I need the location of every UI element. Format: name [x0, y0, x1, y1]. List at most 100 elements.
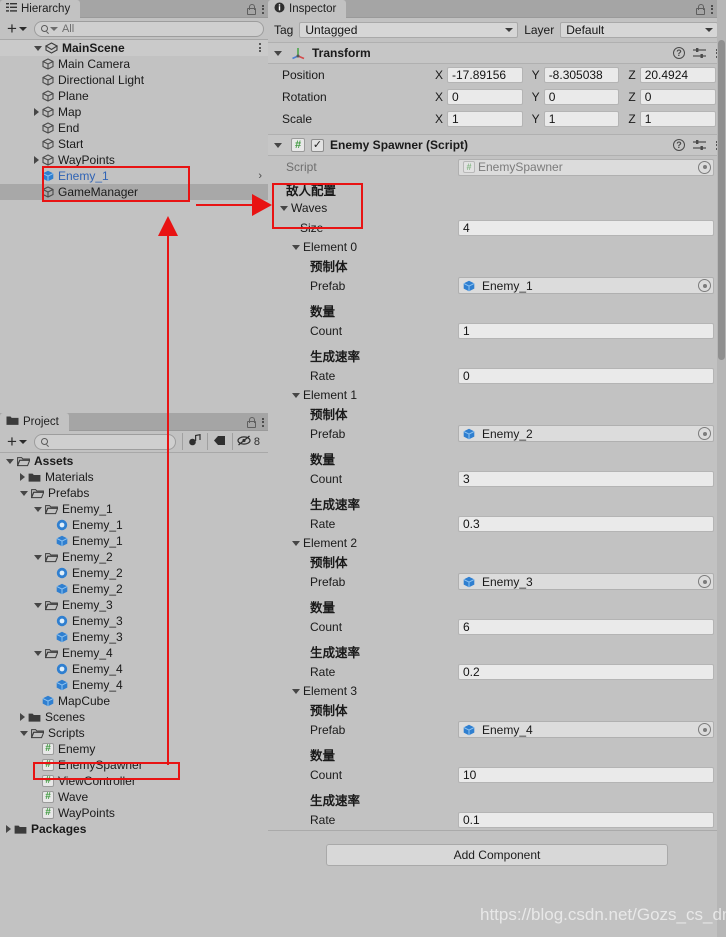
object-picker-icon[interactable] [698, 279, 711, 292]
tab-project[interactable]: Project [0, 413, 69, 431]
chevron-open-icon[interactable] [6, 458, 14, 464]
hierarchy-item-enemy-1[interactable]: Enemy_1 › [0, 168, 268, 184]
chevron-open-icon[interactable] [34, 45, 42, 51]
chevron-open-icon[interactable] [292, 244, 300, 250]
transform-position-z-input[interactable]: 20.4924 [639, 67, 717, 83]
project-item-enemy-1[interactable]: Enemy_1 [0, 501, 268, 517]
project-item-enemy-4[interactable]: Enemy_4 [0, 677, 268, 693]
rate-input-3[interactable]: 0.1 [458, 811, 714, 828]
prefab-object-field-0[interactable]: Enemy_1 [458, 277, 714, 294]
object-picker-icon[interactable] [698, 575, 711, 588]
wave-element-foldout-0[interactable]: Element 0 [268, 238, 726, 256]
chevron-open-icon[interactable] [34, 506, 42, 512]
inspector-scrollbar-thumb[interactable] [718, 40, 725, 360]
project-item-scripts[interactable]: Scripts [0, 725, 268, 741]
chevron-closed-icon[interactable] [6, 825, 11, 833]
chevron-open-icon[interactable] [20, 490, 28, 496]
transform-position-x-input[interactable]: -17.89156 [447, 67, 523, 83]
rate-input-2[interactable]: 0.2 [458, 663, 714, 680]
hierarchy-item-start[interactable]: Start [0, 136, 268, 152]
add-component-button[interactable]: Add Component [326, 843, 668, 866]
tag-dropdown[interactable]: Untagged [299, 22, 519, 38]
hierarchy-item-waypoints[interactable]: WayPoints [0, 152, 268, 168]
transform-component-header[interactable]: Transform ? [268, 42, 726, 64]
project-search-input[interactable] [33, 433, 176, 450]
project-item-mapcube[interactable]: MapCube [0, 693, 268, 709]
inspector-menu-icon[interactable] [709, 4, 715, 14]
tab-inspector[interactable]: Inspector [268, 0, 347, 18]
project-item-assets[interactable]: Assets [0, 453, 268, 469]
chevron-closed-icon[interactable] [20, 473, 25, 481]
project-item-materials[interactable]: Materials [0, 469, 268, 485]
filter-by-type-button[interactable] [181, 433, 207, 450]
prefab-object-field-2[interactable]: Enemy_3 [458, 573, 714, 590]
lock-icon[interactable] [246, 4, 256, 15]
chevron-open-icon[interactable] [292, 392, 300, 398]
chevron-open-icon[interactable] [274, 50, 282, 56]
hierarchy-item-plane[interactable]: Plane [0, 88, 268, 104]
transform-scale-z-input[interactable]: 1 [639, 111, 717, 127]
project-item-viewcontroller[interactable]: # ViewController [0, 773, 268, 789]
component-enabled-checkbox[interactable]: ✓ [311, 138, 324, 152]
layer-dropdown[interactable]: Default [560, 22, 718, 38]
hierarchy-item-directional-light[interactable]: Directional Light [0, 72, 268, 88]
count-input-3[interactable]: 10 [458, 766, 714, 783]
hierarchy-scene-row[interactable]: MainScene [0, 40, 268, 56]
rate-input-1[interactable]: 0.3 [458, 515, 714, 532]
wave-element-foldout-1[interactable]: Element 1 [268, 386, 726, 404]
script-object-field[interactable]: # EnemySpawner [458, 158, 714, 176]
project-item-enemy-3[interactable]: Enemy_3 [0, 613, 268, 629]
project-item-enemy-3[interactable]: Enemy_3 [0, 597, 268, 613]
project-lock-icon[interactable] [246, 417, 256, 428]
inspector-lock-icon[interactable] [695, 4, 705, 15]
chevron-open-icon[interactable] [34, 554, 42, 560]
transform-scale-y-input[interactable]: 1 [543, 111, 620, 127]
project-item-enemy-2[interactable]: Enemy_2 [0, 581, 268, 597]
hierarchy-item-gamemanager[interactable]: GameManager [0, 184, 268, 200]
transform-position-y-input[interactable]: -8.305038 [543, 67, 620, 83]
filter-by-label-button[interactable] [206, 433, 232, 450]
help-icon[interactable]: ? [673, 139, 685, 151]
wave-element-foldout-2[interactable]: Element 2 [268, 534, 726, 552]
preset-icon[interactable] [693, 139, 706, 151]
chevron-open-icon[interactable] [292, 540, 300, 546]
hierarchy-search-input[interactable]: All [33, 20, 264, 37]
hidden-packages-button[interactable]: 8 [231, 433, 264, 450]
chevron-open-icon[interactable] [34, 602, 42, 608]
tab-hierarchy[interactable]: Hierarchy [0, 0, 81, 18]
project-item-enemy-1[interactable]: Enemy_1 [0, 517, 268, 533]
chevron-open-icon[interactable] [280, 205, 288, 211]
hierarchy-item-map[interactable]: Map [0, 104, 268, 120]
transform-rotation-x-input[interactable]: 0 [447, 89, 523, 105]
project-item-enemy-4[interactable]: Enemy_4 [0, 661, 268, 677]
transform-scale-x-input[interactable]: 1 [447, 111, 523, 127]
prefab-open-chevron-icon[interactable]: › [258, 170, 262, 182]
project-item-enemy-2[interactable]: Enemy_2 [0, 549, 268, 565]
object-picker-icon[interactable] [698, 723, 711, 736]
create-object-button[interactable]: + [4, 20, 30, 37]
project-item-enemy-2[interactable]: Enemy_2 [0, 565, 268, 581]
count-input-2[interactable]: 6 [458, 618, 714, 635]
chevron-open-icon[interactable] [20, 730, 28, 736]
project-item-packages[interactable]: Packages [0, 821, 268, 837]
project-item-enemy-4[interactable]: Enemy_4 [0, 645, 268, 661]
project-item-scenes[interactable]: Scenes [0, 709, 268, 725]
project-menu-icon[interactable] [260, 417, 266, 427]
project-item-enemy-1[interactable]: Enemy_1 [0, 533, 268, 549]
chevron-closed-icon[interactable] [34, 108, 39, 116]
object-picker-icon[interactable] [698, 160, 711, 174]
inspector-scrollbar[interactable] [717, 0, 726, 937]
project-item-enemy-3[interactable]: Enemy_3 [0, 629, 268, 645]
project-item-waypoints[interactable]: # WayPoints [0, 805, 268, 821]
size-input[interactable]: 4 [458, 219, 714, 236]
object-picker-icon[interactable] [698, 427, 711, 440]
chevron-closed-icon[interactable] [34, 156, 39, 164]
project-create-button[interactable]: + [4, 433, 30, 450]
transform-rotation-y-input[interactable]: 0 [543, 89, 620, 105]
prefab-object-field-3[interactable]: Enemy_4 [458, 721, 714, 738]
chevron-open-icon[interactable] [34, 650, 42, 656]
transform-rotation-z-input[interactable]: 0 [639, 89, 717, 105]
wave-element-foldout-3[interactable]: Element 3 [268, 682, 726, 700]
enemy-spawner-component-header[interactable]: # ✓ Enemy Spawner (Script) ? [268, 134, 726, 156]
preset-icon[interactable] [693, 47, 706, 59]
